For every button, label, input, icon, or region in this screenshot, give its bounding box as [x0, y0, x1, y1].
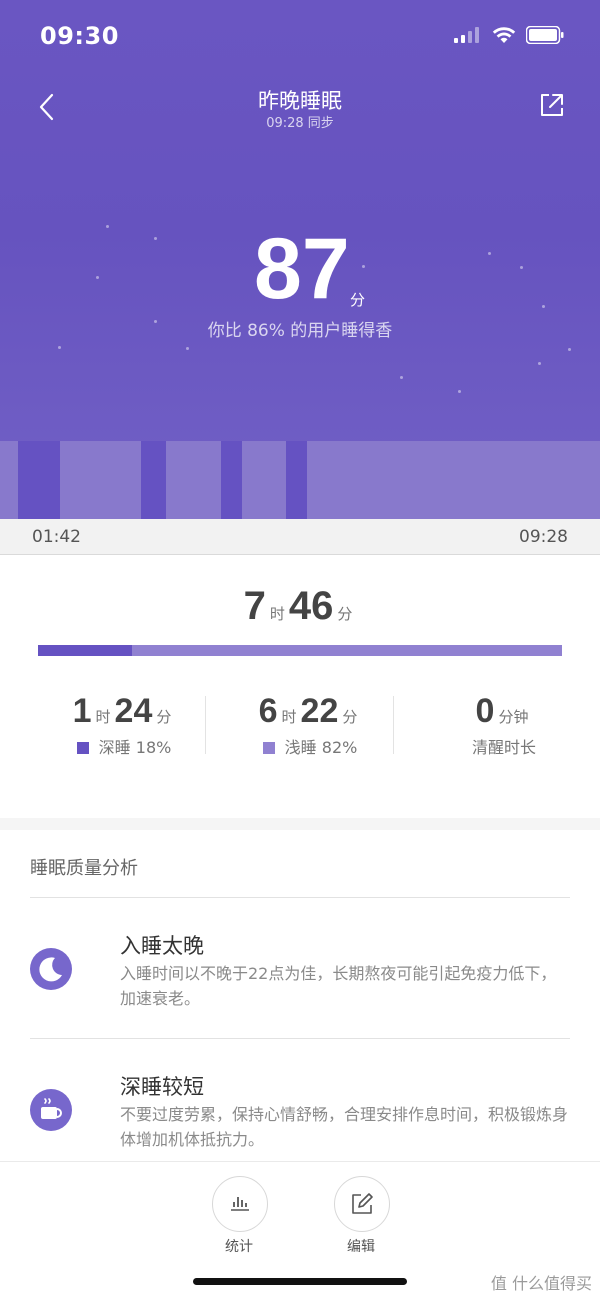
awake-unit: 分钟: [498, 708, 529, 726]
nav-bar: 昨晚睡眠 09:28 同步: [0, 75, 600, 145]
deep-sleep-segment: [286, 441, 307, 519]
deep-sleep-segment: [221, 441, 242, 519]
cellular-signal-icon: [454, 27, 479, 43]
deep-sleep-swatch: [76, 742, 89, 754]
analysis-item[interactable]: 深睡较短 不要过度劳累，保持心情舒畅，合理安排作息时间，积极锻炼身体增加机体抵抗…: [0, 1039, 600, 1161]
analysis-item-desc: 不要过度劳累，保持心情舒畅，合理安排作息时间，积极锻炼身体增加机体抵抗力。: [120, 1105, 569, 1149]
total-sleep-duration: 7 时 46 分: [0, 584, 600, 634]
hours-unit: 时: [269, 605, 285, 623]
deep-minutes-unit: 分: [156, 708, 172, 726]
star-decoration: [186, 347, 189, 350]
deep-hours: 1: [72, 692, 92, 730]
awake-value: 0: [475, 692, 495, 730]
score-unit: 分: [350, 291, 366, 309]
sleep-stage-chart: [0, 441, 600, 519]
analysis-item-title: 深睡较短: [120, 1075, 204, 1099]
minutes-unit: 分: [337, 605, 353, 623]
wifi-icon: [492, 27, 516, 43]
analysis-item-title: 入睡太晚: [120, 934, 204, 958]
analysis-item[interactable]: 入睡太晚 入睡时间以不晚于22点为佳，长期熬夜可能引起免疫力低下，加速衰老。: [0, 898, 600, 1038]
coffee-cup-icon-glyph: [41, 1098, 62, 1119]
analysis-section-title: 睡眠质量分析: [30, 858, 138, 879]
star-decoration: [458, 390, 461, 393]
light-minutes: 22: [300, 692, 339, 730]
edit-icon: [352, 1193, 373, 1214]
status-bar: 09:30: [0, 0, 600, 75]
sleep-header: 09:30 昨晚睡眠 09:28 同步 87 分 你比 86% 的用户睡得香: [0, 0, 600, 519]
star-decoration: [568, 348, 571, 351]
edit-label: 编辑: [347, 1239, 375, 1255]
sync-time: 09:28 同步: [266, 116, 334, 131]
star-decoration: [400, 376, 403, 379]
deep-sleep-segment: [141, 441, 166, 519]
battery-icon: [526, 26, 564, 44]
awake-stat: 0 分钟 清醒时长: [410, 690, 598, 758]
score-comparison: 你比 86% 的用户睡得香: [207, 321, 393, 341]
status-time: 09:30: [40, 22, 119, 50]
star-decoration: [58, 346, 61, 349]
sleep-stats: 1 时 24 分 深睡 18% 6 时 22 分 浅睡 82% 0 分钟 清醒时长: [0, 690, 600, 760]
bar-chart-icon: [231, 1197, 249, 1211]
awake-label: 清醒时长: [471, 738, 536, 757]
light-hours: 6: [258, 692, 278, 730]
stats-button[interactable]: [212, 1176, 268, 1232]
share-icon[interactable]: [536, 89, 568, 121]
total-hours: 7: [243, 584, 266, 628]
section-separator: [0, 818, 600, 830]
deep-sleep-segment: [18, 441, 60, 519]
light-sleep-swatch: [262, 742, 275, 754]
stats-label: 统计: [225, 1239, 253, 1255]
moon-icon: [30, 948, 72, 990]
home-indicator[interactable]: [193, 1278, 407, 1285]
status-icons: [454, 26, 564, 44]
light-minutes-unit: 分: [342, 708, 358, 726]
deep-minutes: 24: [114, 692, 153, 730]
moon-icon-glyph: [39, 957, 62, 982]
light-sleep-label: 浅睡 82%: [284, 738, 358, 757]
sleep-ratio-bar: [38, 645, 562, 656]
watermark: 值 什么值得买: [490, 1274, 592, 1293]
sleep-start-time: 01:42: [32, 527, 81, 547]
deep-hours-unit: 时: [95, 708, 111, 726]
coffee-cup-icon: [30, 1089, 72, 1131]
stat-divider: [393, 696, 394, 754]
deep-sleep-ratio-fill: [38, 645, 133, 656]
deep-sleep-label: 深睡 18%: [98, 738, 172, 757]
deep-sleep-stat: 1 时 24 分 深睡 18%: [30, 690, 218, 758]
star-decoration: [538, 362, 541, 365]
stat-divider: [205, 696, 206, 754]
page-title: 昨晚睡眠: [258, 89, 342, 113]
sleep-score: 87 分: [0, 224, 600, 314]
light-hours-unit: 时: [281, 708, 297, 726]
light-sleep-stat: 6 时 22 分 浅睡 82%: [216, 690, 404, 758]
timeline-axis: 01:42 09:28: [0, 519, 600, 555]
total-minutes: 46: [288, 584, 334, 628]
score-value: 87: [254, 221, 350, 317]
analysis-item-desc: 入睡时间以不晚于22点为佳，长期熬夜可能引起免疫力低下，加速衰老。: [120, 964, 557, 1008]
sleep-end-time: 09:28: [519, 527, 568, 547]
edit-button[interactable]: [334, 1176, 390, 1232]
